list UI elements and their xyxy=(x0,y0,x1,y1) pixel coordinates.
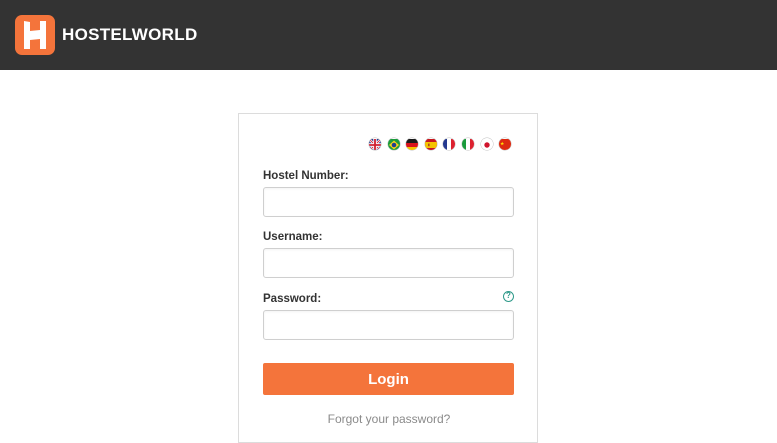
password-label: Password: xyxy=(263,293,322,305)
spain-flag-icon[interactable] xyxy=(424,138,437,150)
italy-flag-icon[interactable] xyxy=(461,138,474,150)
hostel-number-label: Hostel Number: xyxy=(263,170,349,182)
brazil-flag-icon[interactable] xyxy=(387,138,400,150)
hostel-number-input[interactable] xyxy=(263,187,514,217)
hostelworld-logo-icon[interactable] xyxy=(15,15,55,55)
china-flag-icon[interactable] xyxy=(499,138,512,150)
japan-flag-icon[interactable] xyxy=(480,138,493,150)
uk-flag-icon[interactable] xyxy=(369,138,381,150)
username-input[interactable] xyxy=(263,248,514,278)
password-input[interactable] xyxy=(263,310,514,340)
top-bar: HOSTELWORLD xyxy=(0,0,777,70)
login-button[interactable]: Login xyxy=(263,363,514,395)
login-card: Hostel Number: Username: Password: ? Log… xyxy=(238,113,538,443)
username-label: Username: xyxy=(263,231,323,243)
language-selector xyxy=(369,138,512,150)
password-help-icon[interactable]: ? xyxy=(503,291,514,302)
france-flag-icon[interactable] xyxy=(443,138,456,150)
brand-name[interactable]: HOSTELWORLD xyxy=(62,25,198,45)
germany-flag-icon[interactable] xyxy=(406,138,419,150)
forgot-password-link[interactable]: Forgot your password? xyxy=(239,412,539,426)
